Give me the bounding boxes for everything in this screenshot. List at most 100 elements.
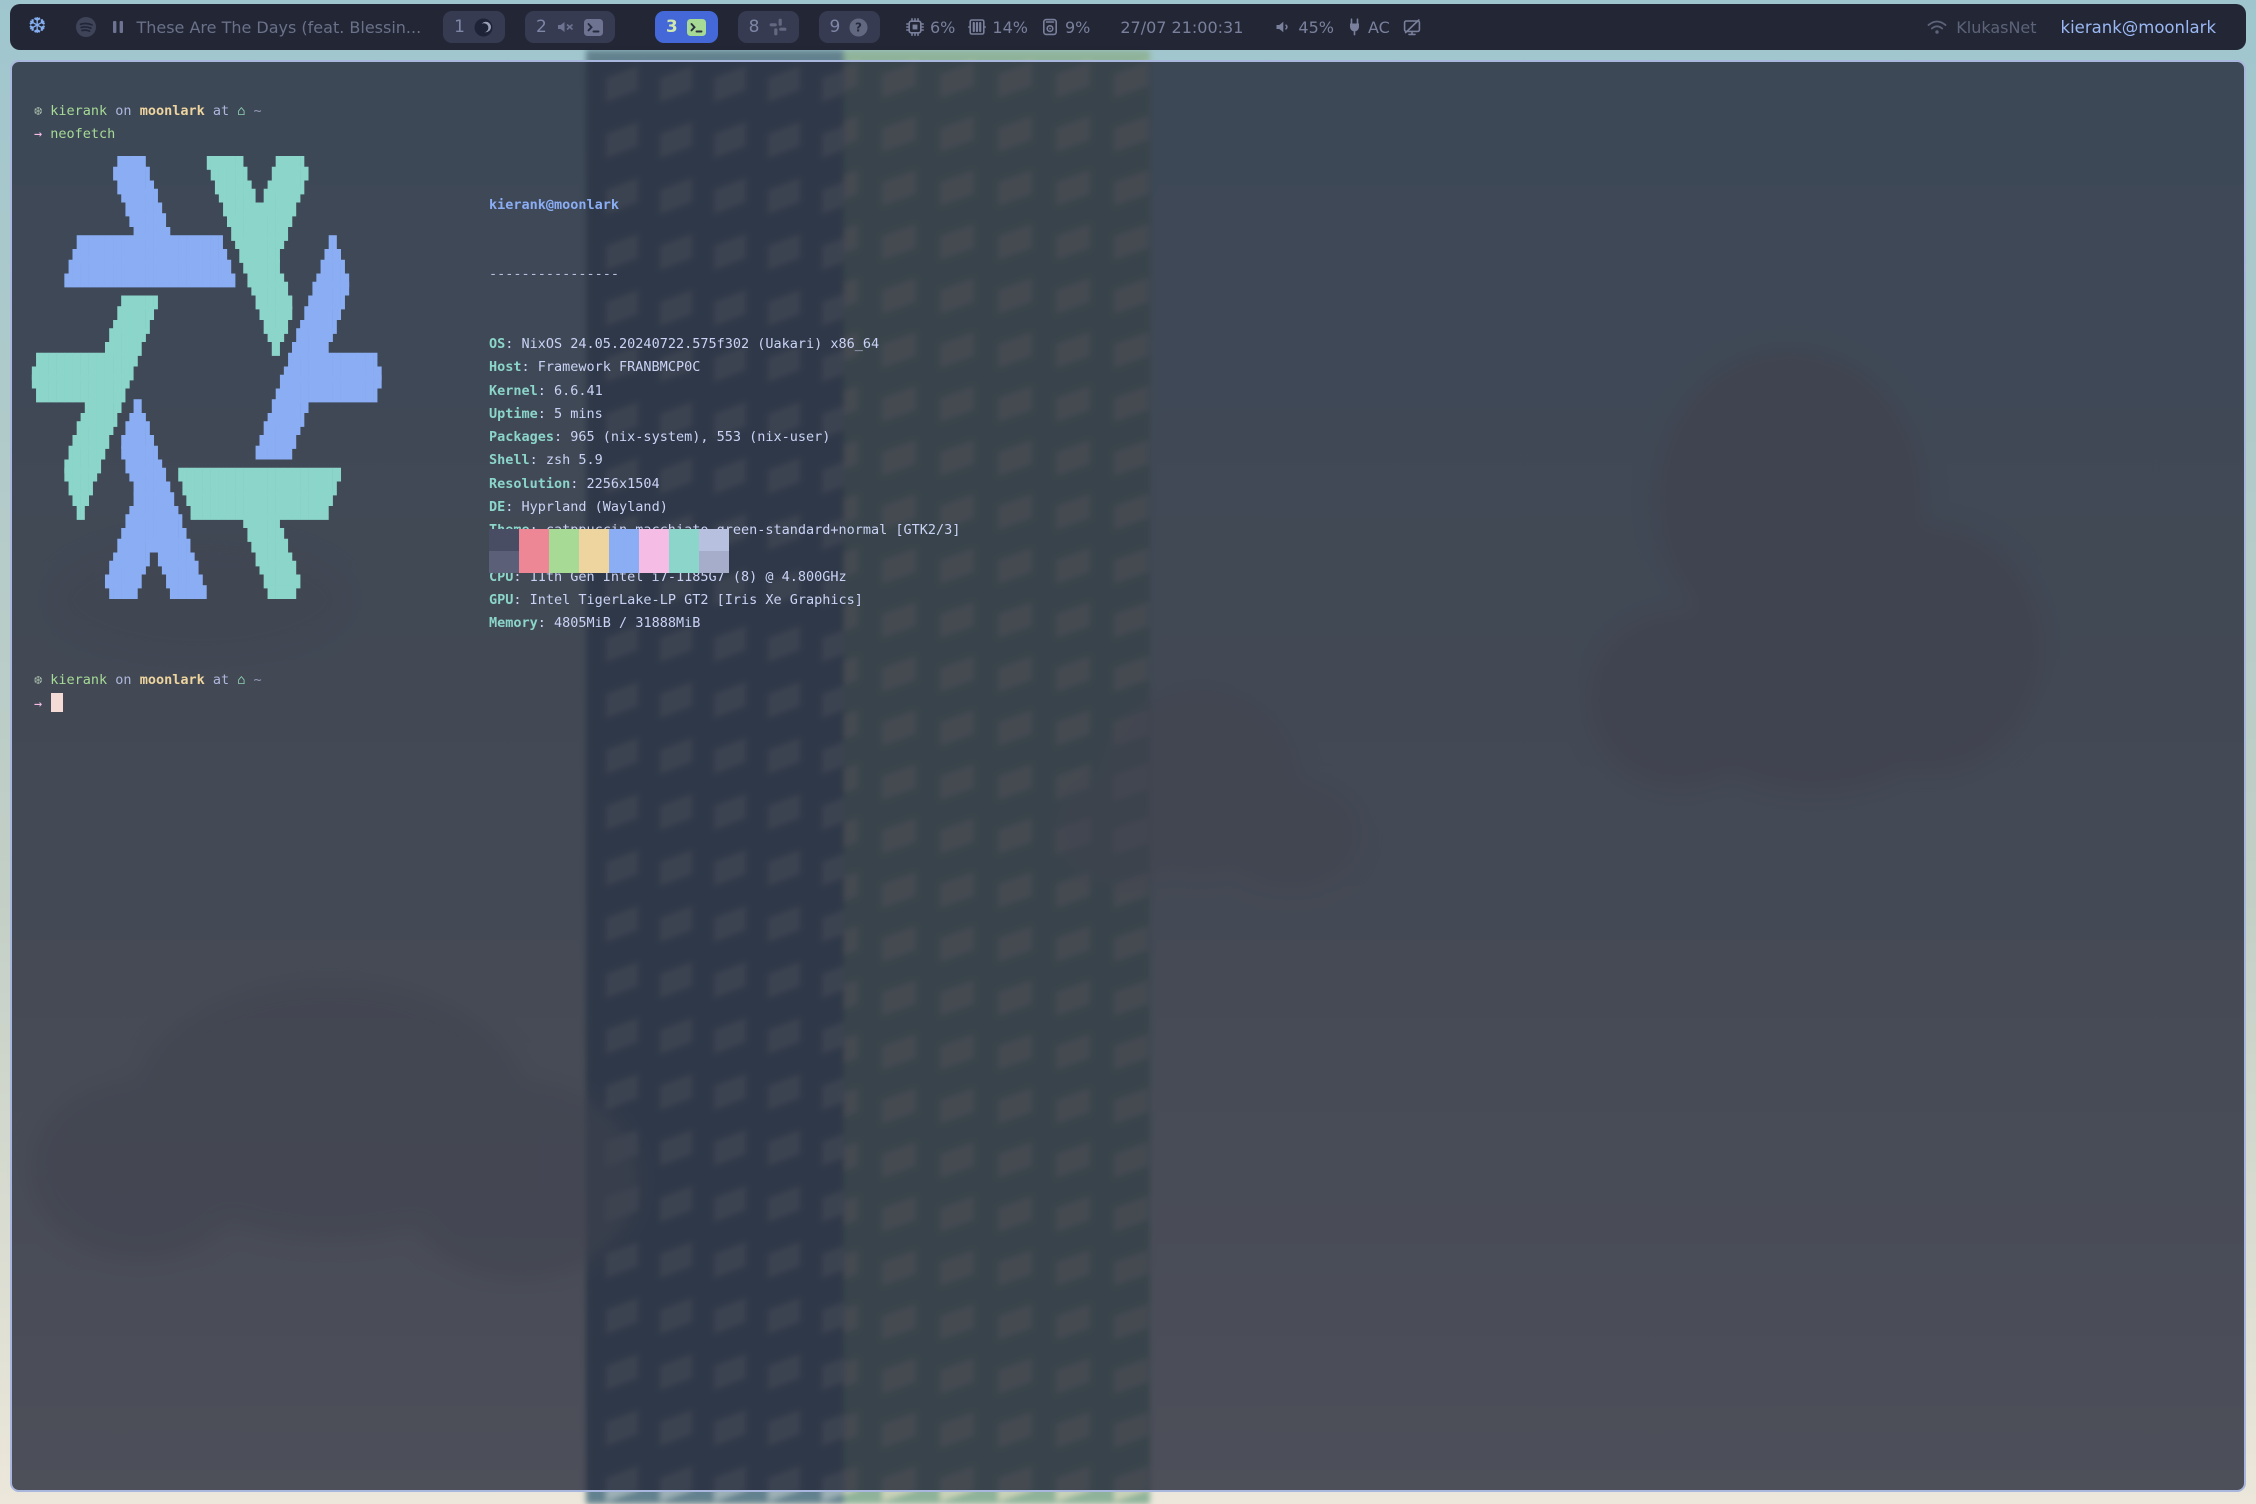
clock[interactable]: 27/07 21:00:31 xyxy=(1120,18,1243,37)
logo-line: ▝▀▀▀ ▀▀▀▀▘ ▀▀▀▘ xyxy=(32,589,382,612)
network-indicator[interactable]: KlukasNet xyxy=(1926,18,2036,37)
info-value: : Hyprland (Wayland) xyxy=(505,499,668,515)
shell-prompt: ❆ kierank on moonlark at ⌂ ~ xyxy=(34,100,262,123)
neofetch-info-line: Host: Framework FRANBMCP0C xyxy=(489,356,960,379)
palette-swatch xyxy=(489,529,519,551)
palette-swatch xyxy=(639,529,669,551)
neofetch-info: kierank@moonlark ---------------- OS: Ni… xyxy=(489,147,960,682)
workspace-switcher: 1 2 3 8 9? xyxy=(443,11,880,43)
monitor-off-icon[interactable] xyxy=(1402,17,1422,37)
info-value: : 965 (nix-system), 553 (nix-user) xyxy=(554,429,830,445)
nixos-launcher-icon[interactable]: ❆ xyxy=(28,16,46,38)
workspace-pill-3[interactable]: 3 xyxy=(655,11,718,43)
palette-swatch xyxy=(549,551,579,573)
status-value: 9% xyxy=(1065,18,1090,37)
info-label: Shell xyxy=(489,452,530,468)
info-label: Kernel xyxy=(489,383,538,399)
prompt-segment: ❆ xyxy=(34,672,42,688)
workspace-pill-2[interactable]: 2 xyxy=(525,11,615,43)
prompt-arrow: → xyxy=(34,126,42,142)
neofetch-info-line: Packages: 965 (nix-system), 553 (nix-use… xyxy=(489,426,960,449)
info-label: Resolution xyxy=(489,476,570,492)
palette-swatch xyxy=(699,529,729,551)
terminal-icon xyxy=(583,18,604,37)
neofetch-info-line: Uptime: 5 mins xyxy=(489,403,960,426)
terminal-green-icon xyxy=(686,18,707,37)
neofetch-info-line: OS: NixOS 24.05.20240722.575f302 (Uakari… xyxy=(489,333,960,356)
status-disk[interactable]: 9% xyxy=(1040,17,1090,37)
palette-swatch xyxy=(639,551,669,573)
prompt-segment: moonlark xyxy=(132,672,205,688)
user-at-host[interactable]: kierank@moonlark xyxy=(2061,18,2216,37)
prompt-segment: on xyxy=(107,672,131,688)
palette-swatch xyxy=(669,551,699,573)
info-value: : zsh 5.9 xyxy=(530,452,603,468)
plug-icon xyxy=(1346,17,1363,37)
workspace-number: 1 xyxy=(454,17,465,37)
question-icon: ? xyxy=(848,17,869,38)
prompt-segment: ~ xyxy=(245,672,261,688)
neofetch-title: kierank@moonlark xyxy=(489,194,960,217)
info-value: : NixOS 24.05.20240722.575f302 (Uakari) … xyxy=(505,336,879,352)
prompt-segment: kierank xyxy=(42,672,107,688)
info-value: : 4805MiB / 31888MiB xyxy=(538,615,701,631)
moon-icon xyxy=(473,17,494,38)
spotify-icon[interactable] xyxy=(74,15,98,39)
speaker-icon xyxy=(1273,17,1293,37)
workspace-number: 3 xyxy=(666,17,678,37)
info-label: Memory xyxy=(489,615,538,631)
neofetch-info-line: Shell: zsh 5.9 xyxy=(489,449,960,472)
volume-indicator[interactable]: 45% xyxy=(1273,17,1334,37)
palette-swatch xyxy=(699,551,729,573)
wifi-icon xyxy=(1926,18,1948,36)
workspace-pill-8[interactable]: 8 xyxy=(738,11,799,43)
prompt-segment: moonlark xyxy=(132,103,205,119)
palette-swatch xyxy=(579,529,609,551)
neofetch-info-line: DE: Hyprland (Wayland) xyxy=(489,496,960,519)
palette-swatch xyxy=(669,529,699,551)
palette-swatch xyxy=(519,551,549,573)
terminal-palette-row-normal xyxy=(489,529,729,551)
mute-icon xyxy=(555,17,575,37)
volume-value: 45% xyxy=(1298,18,1334,37)
cpu-icon xyxy=(905,17,925,37)
palette-swatch xyxy=(489,551,519,573)
neofetch-info-line: Kernel: 6.6.41 xyxy=(489,380,960,403)
nixos-ascii-logo: ▗▄▄▄ ▗▄▄▄▄ ▄▄▄▖ ▜███▙ ▜███▙ ▟███▛ ▜███▙ … xyxy=(32,147,382,612)
prompt-segment: ⌂ xyxy=(229,103,245,119)
workspace-pill-1[interactable]: 1 xyxy=(443,11,505,43)
power-value: AC xyxy=(1368,18,1390,37)
info-value: : Intel TigerLake-LP GT2 [Iris Xe Graphi… xyxy=(513,592,863,608)
info-label: GPU xyxy=(489,592,513,608)
prompt-segment: ❆ xyxy=(34,103,42,119)
terminal-window[interactable]: ❆ kierank on moonlark at ⌂ ~ → neofetch … xyxy=(10,60,2246,1492)
command-text: neofetch xyxy=(50,126,115,142)
palette-swatch xyxy=(609,551,639,573)
info-value: : 2256x1504 xyxy=(570,476,659,492)
bar-status-group: 6% 14% 9% 27/07 21:00:31 45% AC xyxy=(905,4,1422,50)
now-playing-title[interactable]: These Are The Days (feat. Blessin... xyxy=(136,18,421,37)
neofetch-info-line: Memory: 4805MiB / 31888MiB xyxy=(489,612,960,635)
neofetch-info-lines: OS: NixOS 24.05.20240722.575f302 (Uakari… xyxy=(489,333,960,635)
status-ram[interactable]: 14% xyxy=(967,17,1028,37)
workspace-pill-9[interactable]: 9? xyxy=(819,11,881,43)
prompt-segment: ⌂ xyxy=(229,672,245,688)
palette-swatch xyxy=(609,529,639,551)
pause-icon[interactable] xyxy=(110,18,126,36)
prompt-segment: ~ xyxy=(245,103,261,119)
workspace-number: 8 xyxy=(749,17,760,37)
prompt-segment: at xyxy=(205,672,229,688)
info-value: : 5 mins xyxy=(538,406,603,422)
neofetch-underline: ---------------- xyxy=(489,263,960,286)
power-indicator[interactable]: AC xyxy=(1346,17,1390,37)
shell-prompt: ❆ kierank on moonlark at ⌂ ~ xyxy=(34,669,262,692)
info-label: OS xyxy=(489,336,505,352)
status-cpu[interactable]: 6% xyxy=(905,17,955,37)
bar-left-group: ❆ These Are The Days (feat. Blessin... 1… xyxy=(28,4,880,50)
info-label: Packages xyxy=(489,429,554,445)
workspace-number: 9 xyxy=(830,17,841,37)
info-label: Host xyxy=(489,359,522,375)
info-value: : 6.6.41 xyxy=(538,383,603,399)
prompt-segment: at xyxy=(205,103,229,119)
status-value: 6% xyxy=(930,18,955,37)
